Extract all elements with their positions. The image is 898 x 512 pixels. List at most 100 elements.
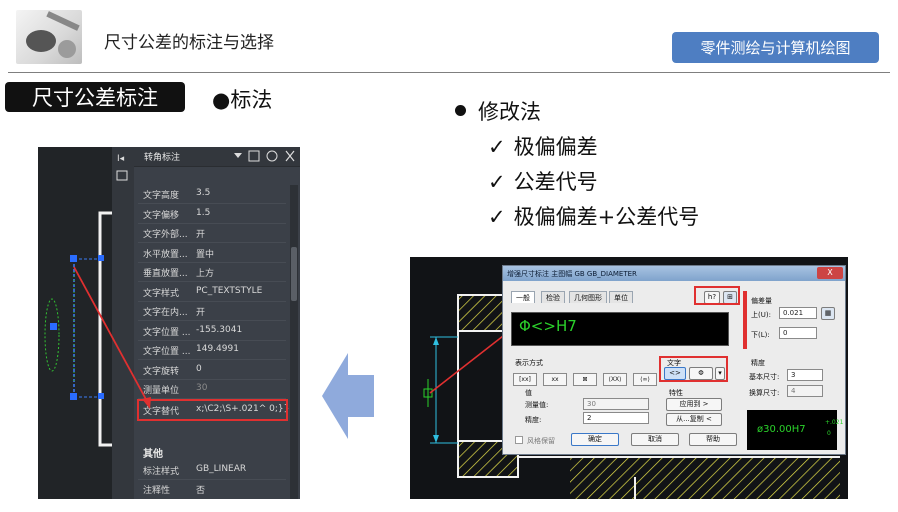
enhanced-dimension-dialog: 增强尺寸标注 主图幅 GB GB_DIAMETER X 一般 检验 几何图形 单… (502, 265, 846, 455)
select-objects-icon[interactable] (248, 150, 260, 162)
toggle-pickadd-icon[interactable] (285, 150, 295, 162)
property-row[interactable]: 文字旋转 0 (138, 360, 288, 380)
bullet-biaofa: ●标法 (212, 88, 273, 112)
style-keep-label: 风格保留 (527, 437, 555, 445)
property-row[interactable]: 文字位置 ... -155.3041 (138, 321, 288, 341)
dialog-screenshot: 增强尺寸标注 主图幅 GB GB_DIAMETER X 一般 检验 几何图形 单… (410, 257, 848, 499)
slide: 尺寸公差的标注与选择 零件测绘与计算机绘图 尺寸公差标注 ●标法 修改法 ✓ 极偏… (0, 0, 898, 512)
property-value[interactable]: 置中 (196, 247, 214, 260)
property-row[interactable]: 文字在内... 开 (138, 301, 288, 321)
tab-geometry[interactable]: 几何图形 (569, 291, 607, 303)
header-photo (16, 10, 82, 64)
property-key: 文字偏移 (143, 211, 180, 221)
tab-general[interactable]: 一般 (511, 291, 535, 303)
property-value[interactable]: 149.4991 (196, 344, 239, 354)
deviation-label: 偏差量 (751, 297, 772, 305)
tab-inspect[interactable]: 检验 (541, 291, 565, 303)
apply-to-button[interactable]: 应用到 > (666, 398, 722, 411)
tolerance-table-icon[interactable]: ▦ (821, 307, 835, 320)
dropdown-icon[interactable] (234, 153, 242, 158)
dimension-preview: ø30.00H7 +.021 0 (747, 410, 843, 450)
property-row[interactable]: 水平放置... 置中 (138, 243, 288, 263)
property-row[interactable]: 文字偏移 1.5 (138, 204, 288, 224)
base-precision-select[interactable]: 3 (787, 369, 823, 381)
cancel-button[interactable]: 取消 (631, 433, 679, 446)
property-key: 标注样式 (143, 467, 180, 477)
upper-deviation-input[interactable]: 0.021 (779, 307, 817, 319)
precision-field[interactable]: 2 (583, 412, 649, 424)
style-keep-checkbox[interactable] (515, 436, 523, 444)
section-tag: 尺寸公差标注 (5, 82, 185, 112)
close-button[interactable]: X (817, 267, 843, 279)
property-row[interactable]: 文字外部... 开 (138, 223, 288, 243)
format-label: 表示方式 (515, 359, 543, 367)
property-value[interactable]: 0 (196, 364, 202, 374)
cad-viewport[interactable] (38, 147, 112, 499)
dialog-title: 增强尺寸标注 主图幅 GB GB_DIAMETER (503, 266, 845, 281)
bullet-dot-icon (455, 105, 466, 116)
property-key: 文字高度 (143, 191, 180, 201)
property-value[interactable]: 开 (196, 305, 205, 318)
dimension-text-editor[interactable]: Φ<>H7 (511, 312, 729, 346)
panel-header: 转角标注 (134, 147, 300, 167)
group-title: 其他 (143, 449, 163, 460)
highlight-box (137, 399, 288, 421)
check-icon: ✓ (488, 170, 506, 194)
method-item-3: ✓ 极偏偏差+公差代号 (488, 201, 699, 231)
value-label: 值 (525, 389, 532, 397)
big-left-arrow-icon (322, 353, 374, 439)
method-item-1: ✓ 极偏偏差 (488, 131, 598, 161)
property-value[interactable]: 开 (196, 227, 205, 240)
format-round-button[interactable]: ⟨∞⟩ (633, 373, 657, 386)
property-row[interactable]: 文字样式 PC_TEXTSTYLE (138, 282, 288, 302)
highlight-box (659, 356, 728, 382)
measured-field: 30 (583, 398, 649, 410)
property-row[interactable]: 垂直放置... 上方 (138, 262, 288, 282)
preview-text: ø30.00H7 (757, 424, 806, 435)
precision-label: 精度: (525, 416, 542, 424)
pin-icon[interactable]: I◂ (117, 154, 125, 164)
property-value[interactable]: PC_TEXTSTYLE (196, 286, 262, 296)
feature-label: 特性 (669, 389, 683, 397)
properties-icon[interactable] (116, 170, 128, 181)
property-key: 测量单位 (143, 386, 180, 396)
lower-label: 下(L): (751, 331, 770, 339)
format-box-button[interactable]: ⊠ (573, 373, 597, 386)
property-value[interactable]: 3.5 (196, 188, 210, 198)
panel-scrollbar[interactable] (290, 185, 298, 499)
tab-units[interactable]: 单位 (609, 291, 633, 303)
modify-method-title: 修改法 (455, 96, 541, 126)
format-basic-button[interactable]: [xx] (513, 373, 537, 386)
property-row[interactable]: 注释性 否 (138, 479, 288, 499)
format-reference-button[interactable]: xx (543, 373, 567, 386)
preview-lower: 0 (827, 430, 831, 437)
highlight-box (743, 291, 747, 349)
property-value[interactable]: 1.5 (196, 208, 210, 218)
property-value[interactable]: GB_LINEAR (196, 464, 246, 474)
property-value: 30 (196, 383, 208, 393)
check-icon: ✓ (488, 135, 506, 159)
group-other-header[interactable]: 其他 (138, 440, 288, 460)
property-value[interactable]: 否 (196, 483, 205, 496)
property-value[interactable]: 上方 (196, 266, 214, 279)
property-value[interactable]: -155.3041 (196, 325, 242, 335)
format-oval-button[interactable]: ⟨XX⟩ (603, 373, 627, 386)
properties-screenshot: I◂ 转角标注 文字高度 3.5 文字偏移 1.5 文字外部... 开 水平放置...… (38, 147, 300, 499)
editor-text[interactable]: Φ<>H7 (519, 317, 577, 335)
ok-button[interactable]: 确定 (571, 433, 619, 446)
method-label: 公差代号 (513, 170, 598, 194)
property-row[interactable]: 文字高度 3.5 (138, 184, 288, 204)
property-row[interactable]: 测量单位 30 (138, 379, 288, 399)
check-icon: ✓ (488, 205, 506, 229)
property-row[interactable]: 文字位置 ... 149.4991 (138, 340, 288, 360)
header-divider (8, 72, 890, 73)
lower-deviation-input[interactable]: 0 (779, 327, 817, 339)
property-key: 水平放置... (143, 250, 188, 260)
copy-from-button[interactable]: 从...复制 < (666, 413, 722, 426)
property-row[interactable]: 标注样式 GB_LINEAR (138, 460, 288, 480)
panel-scroll-thumb[interactable] (291, 247, 297, 301)
method-label: 极偏偏差 (513, 135, 598, 159)
quick-select-icon[interactable] (266, 150, 278, 162)
help-button[interactable]: 帮助 (689, 433, 737, 446)
property-key: 文字旋转 (143, 367, 180, 377)
